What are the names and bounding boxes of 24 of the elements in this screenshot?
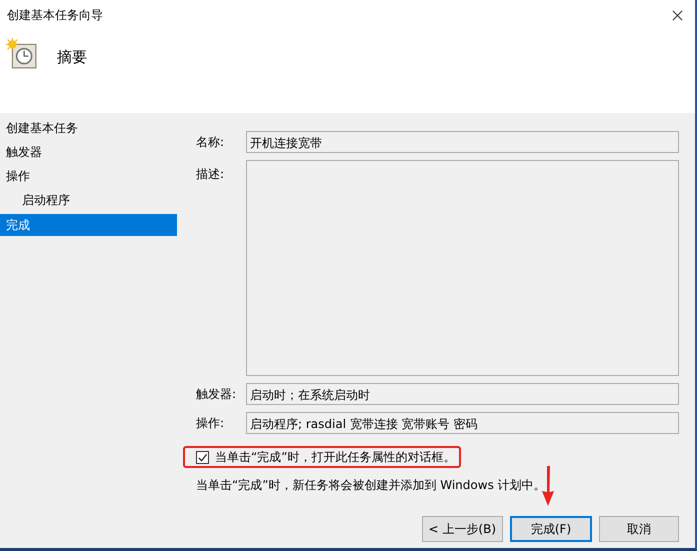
wizard-button[interactable]: < 上一步(B) xyxy=(422,516,503,542)
close-icon[interactable] xyxy=(672,10,683,20)
text-field[interactable]: 开机连接宽带 xyxy=(246,131,679,153)
field-label: 触发器: xyxy=(195,386,238,402)
wizard-step[interactable]: 启动程序 xyxy=(0,188,177,212)
wizard-step[interactable]: 完成 xyxy=(0,214,177,236)
wizard-step[interactable]: 操作 xyxy=(0,164,177,188)
description-field[interactable] xyxy=(246,160,679,376)
clock-icon xyxy=(6,38,38,70)
window-title: 创建基本任务向导 xyxy=(7,6,103,24)
field-label: 描述: xyxy=(195,166,226,183)
page-heading: 摘要 xyxy=(57,48,87,67)
wizard-step[interactable]: 触发器 xyxy=(0,140,177,164)
text-field[interactable]: 启动程序; rasdial 宽带连接 宽带账号 密码 xyxy=(246,412,679,434)
checkbox-label: 当单击“完成”时，打开此任务属性的对话框。 xyxy=(215,448,456,466)
field-label: 操作: xyxy=(195,414,226,432)
text-field[interactable]: 启动时；在系统启动时 xyxy=(246,383,679,405)
arrow xyxy=(541,466,555,506)
info-text: 当单击“完成”时，新任务将会被创建并添加到 Windows 计划中。 xyxy=(195,477,547,494)
field-label: 名称: xyxy=(195,134,226,150)
wizard-button[interactable]: 完成(F) xyxy=(510,516,592,542)
checkbox[interactable] xyxy=(196,450,209,464)
wizard-step[interactable]: 创建基本任务 xyxy=(0,116,177,140)
wizard-button[interactable]: 取消 xyxy=(599,516,679,542)
